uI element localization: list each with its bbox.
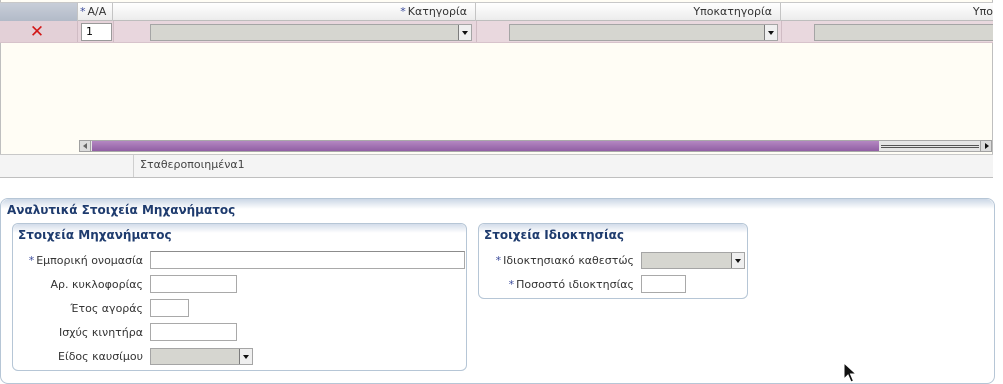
trade-name-field[interactable] — [150, 251, 465, 269]
engine-power-label: Ισχύς κινητήρα — [58, 326, 143, 339]
aa-input[interactable]: 1 — [81, 23, 112, 41]
required-marker: * — [28, 254, 35, 267]
scrollbar-track-gap — [881, 145, 979, 148]
subsub-select[interactable] — [814, 24, 993, 41]
subcategory-select[interactable] — [509, 24, 778, 41]
registration-number-label: Αρ. κυκλοφορίας — [50, 278, 143, 291]
chevron-down-icon[interactable] — [458, 25, 471, 40]
header-col-aa[interactable]: * A/A — [78, 3, 113, 21]
detail-panel-title: Αναλυτικά Στοιχεία Μηχανήματος — [7, 203, 236, 217]
ownership-status-select[interactable] — [641, 252, 745, 269]
ownership-fieldset-title: Στοιχεία Ιδιοκτησίας — [484, 228, 625, 242]
chevron-down-icon[interactable] — [239, 349, 252, 364]
chevron-down-icon[interactable] — [764, 25, 777, 40]
ownership-percentage-label-text: Ποσοστό ιδιοκτησίας — [516, 278, 634, 291]
trade-name-label: * Εμπορική ονομασία — [14, 254, 143, 268]
header-col-aa-label: A/A — [87, 5, 107, 18]
category-select[interactable] — [150, 24, 472, 41]
header-col-subsub[interactable]: Υπο — [781, 3, 993, 21]
ownership-status-label: * Ιδιοκτησιακό καθεστώς — [480, 254, 634, 268]
header-col-subsub-label: Υπο — [972, 5, 993, 18]
header-col-category-label: Κατηγορία — [407, 5, 467, 18]
machine-fieldset-title: Στοιχεία Μηχανήματος — [18, 228, 172, 242]
grid-header: * A/A * Κατηγορία Υποκατηγορία Υπο — [0, 2, 993, 21]
footer-divider — [133, 155, 134, 177]
fuel-type-select[interactable] — [150, 348, 253, 365]
required-marker: * — [495, 254, 502, 267]
chevron-down-icon[interactable] — [731, 253, 744, 268]
frozen-columns-label: Σταθεροποιημένα1 — [140, 158, 245, 171]
ownership-percentage-label: * Ποσοστό ιδιοκτησίας — [480, 278, 634, 292]
header-select-column — [0, 3, 78, 21]
fuel-type-label: Είδος καυσίμου — [58, 350, 143, 363]
arrow-left-icon[interactable] — [79, 140, 91, 152]
engine-power-field[interactable] — [150, 323, 237, 341]
trade-name-label-text: Εμπορική ονομασία — [36, 254, 143, 267]
arrow-right-icon[interactable] — [980, 140, 992, 152]
purchase-year-label: Έτος αγοράς — [70, 302, 143, 315]
registration-number-field[interactable] — [150, 275, 237, 293]
required-marker: * — [80, 5, 86, 18]
ownership-percentage-field[interactable] — [641, 275, 686, 293]
required-marker: * — [400, 5, 406, 18]
scrollbar-thumb[interactable] — [92, 141, 879, 151]
header-col-subcategory[interactable]: Υποκατηγορία — [476, 3, 781, 21]
purchase-year-field[interactable] — [150, 299, 189, 317]
header-col-category[interactable]: * Κατηγορία — [113, 3, 476, 21]
delete-x-icon[interactable]: ✕ — [27, 24, 47, 42]
required-marker: * — [508, 278, 515, 291]
ownership-status-label-text: Ιδιοκτησιακό καθεστώς — [503, 254, 634, 267]
header-col-subcategory-label: Υποκατηγορία — [693, 5, 772, 18]
mouse-pointer-icon — [843, 362, 858, 383]
